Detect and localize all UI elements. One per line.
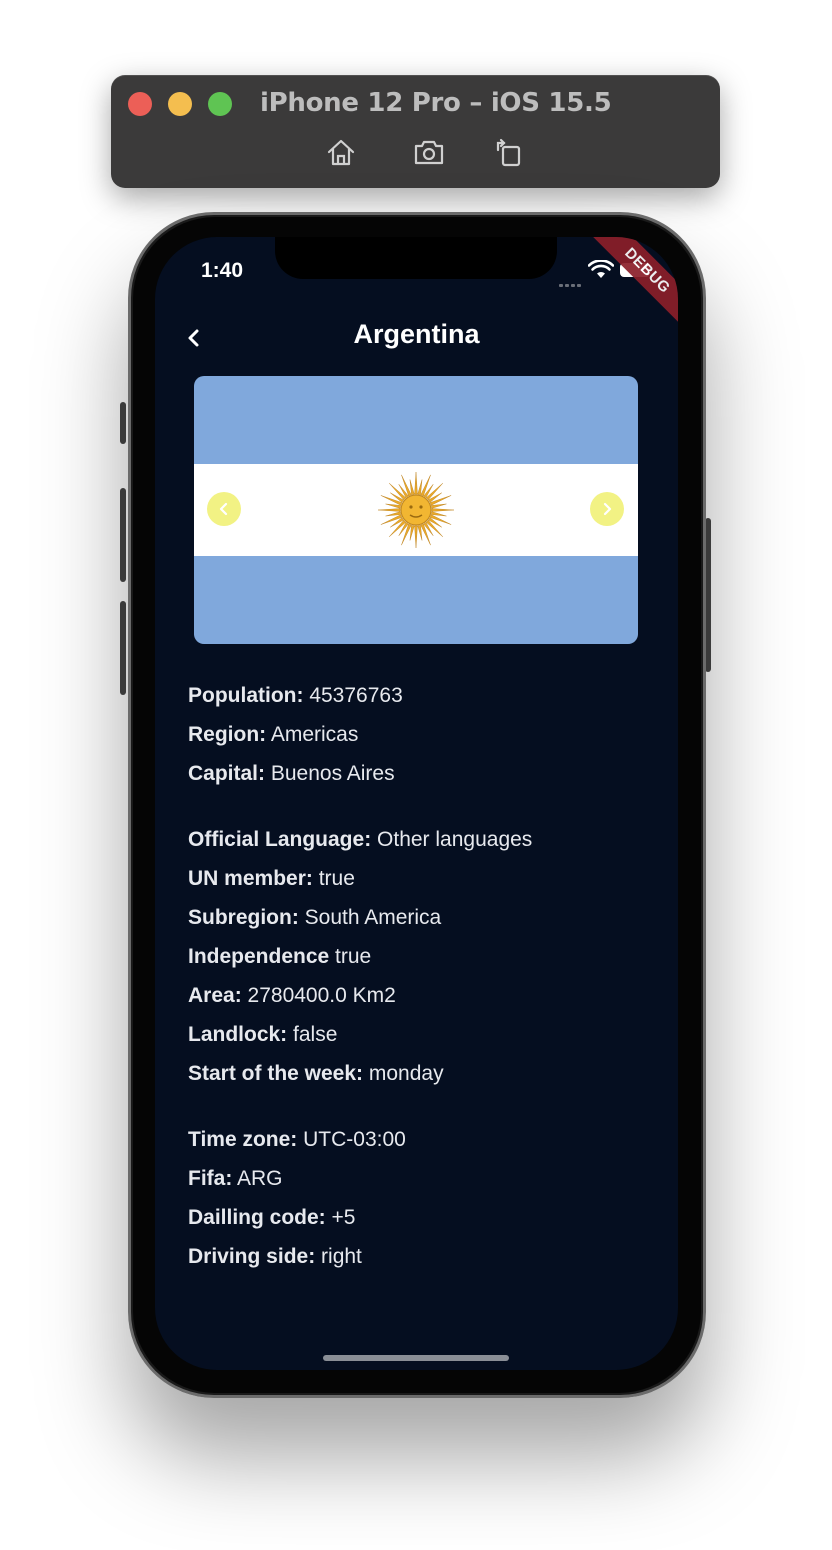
sun-ray bbox=[420, 523, 431, 546]
detail-value: right bbox=[315, 1245, 362, 1268]
detail-value: Americas bbox=[266, 723, 359, 746]
detail-label: Time zone: bbox=[188, 1128, 298, 1151]
detail-label: Driving side: bbox=[188, 1245, 316, 1268]
detail-label: Capital: bbox=[188, 762, 266, 785]
sun-ray bbox=[414, 471, 418, 495]
app-screen: 1:40 DEBUG Argentina Population: 4537676… bbox=[155, 237, 678, 1370]
detail-driving-side: Driving side: right bbox=[188, 1245, 362, 1269]
status-time: 1:40 bbox=[201, 259, 244, 282]
sun-ray bbox=[401, 474, 412, 497]
next-flag-button[interactable] bbox=[590, 492, 624, 526]
detail-official-language: Official Language: Other languages bbox=[188, 828, 532, 852]
detail-value: South America bbox=[298, 906, 442, 929]
volume-up-button bbox=[120, 488, 126, 582]
home-icon[interactable] bbox=[325, 136, 357, 168]
detail-fifa: Fifa: ARG bbox=[188, 1167, 283, 1191]
flag-top-stripe bbox=[194, 376, 638, 464]
detail-landlock: Landlock: false bbox=[188, 1023, 337, 1047]
detail-dialling-code: Dailling code: +5 bbox=[188, 1206, 355, 1230]
sun-ray bbox=[385, 511, 401, 517]
flag-carousel[interactable] bbox=[194, 376, 638, 644]
detail-label: Region: bbox=[188, 723, 267, 746]
detail-label: Landlock: bbox=[188, 1023, 288, 1046]
detail-label: Independence bbox=[188, 945, 330, 968]
chevron-right-icon bbox=[603, 502, 612, 516]
close-window-button[interactable] bbox=[128, 92, 152, 116]
detail-label: Area: bbox=[188, 984, 242, 1007]
sun-ray bbox=[401, 523, 412, 546]
sun-ray bbox=[377, 508, 401, 512]
home-indicator[interactable] bbox=[323, 1355, 509, 1361]
minimize-window-button[interactable] bbox=[168, 92, 192, 116]
sun-ray bbox=[417, 479, 423, 495]
sun-ray bbox=[429, 495, 452, 506]
detail-label: Official Language: bbox=[188, 828, 372, 851]
detail-label: Start of the week: bbox=[188, 1062, 364, 1085]
detail-label: Dailling code: bbox=[188, 1206, 326, 1229]
detail-value: ARG bbox=[232, 1167, 283, 1190]
detail-subregion: Subregion: South America bbox=[188, 906, 441, 930]
detail-value: true bbox=[329, 945, 372, 968]
detail-capital: Capital: Buenos Aires bbox=[188, 762, 395, 786]
rotate-icon[interactable] bbox=[493, 136, 525, 168]
detail-value: UTC-03:00 bbox=[297, 1128, 406, 1151]
camera-icon[interactable] bbox=[413, 136, 445, 168]
page-title: Argentina bbox=[353, 319, 480, 349]
sun-ray bbox=[409, 479, 415, 495]
zoom-window-button[interactable] bbox=[208, 92, 232, 116]
detail-value: true bbox=[312, 867, 355, 890]
cellular-signal-icon bbox=[559, 274, 583, 292]
volume-down-button bbox=[120, 601, 126, 695]
sun-ray bbox=[380, 514, 403, 525]
detail-value: +5 bbox=[325, 1206, 356, 1229]
wifi-icon bbox=[588, 260, 614, 278]
detail-population: Population: 45376763 bbox=[188, 684, 403, 708]
sun-ray bbox=[431, 508, 455, 512]
chevron-left-icon bbox=[219, 502, 228, 516]
detail-area: Area: 2780400.0 Km2 bbox=[188, 984, 396, 1008]
sun-ray bbox=[431, 511, 447, 517]
sun-ray bbox=[409, 525, 415, 541]
detail-time-zone: Time zone: UTC-03:00 bbox=[188, 1128, 406, 1152]
notch bbox=[275, 237, 557, 279]
detail-value: monday bbox=[363, 1062, 444, 1085]
detail-label: Population: bbox=[188, 684, 304, 707]
sun-of-may-icon bbox=[377, 471, 455, 549]
sun-ray bbox=[414, 525, 418, 549]
detail-label: UN member: bbox=[188, 867, 313, 890]
detail-un-member: UN member: true bbox=[188, 867, 355, 891]
detail-label: Subregion: bbox=[188, 906, 299, 929]
detail-value: false bbox=[287, 1023, 338, 1046]
detail-region: Region: Americas bbox=[188, 723, 358, 747]
sun-ray bbox=[431, 503, 447, 509]
detail-label: Fifa: bbox=[188, 1167, 233, 1190]
sun-ray bbox=[417, 525, 423, 541]
simulator-title: iPhone 12 Pro – iOS 15.5 bbox=[260, 88, 612, 118]
detail-value: 2780400.0 Km2 bbox=[241, 984, 396, 1007]
sun-ray bbox=[380, 495, 403, 506]
flag-bottom-stripe bbox=[194, 556, 638, 644]
sun-ray bbox=[429, 514, 452, 525]
previous-flag-button[interactable] bbox=[207, 492, 241, 526]
detail-start-of-week: Start of the week: monday bbox=[188, 1062, 444, 1086]
detail-value: Buenos Aires bbox=[265, 762, 395, 785]
detail-value: 45376763 bbox=[303, 684, 403, 707]
sun-ray bbox=[420, 474, 431, 497]
mute-switch bbox=[120, 402, 126, 444]
detail-value: Other languages bbox=[371, 828, 533, 851]
sun-ray bbox=[385, 503, 401, 509]
detail-independence: Independence true bbox=[188, 945, 371, 969]
